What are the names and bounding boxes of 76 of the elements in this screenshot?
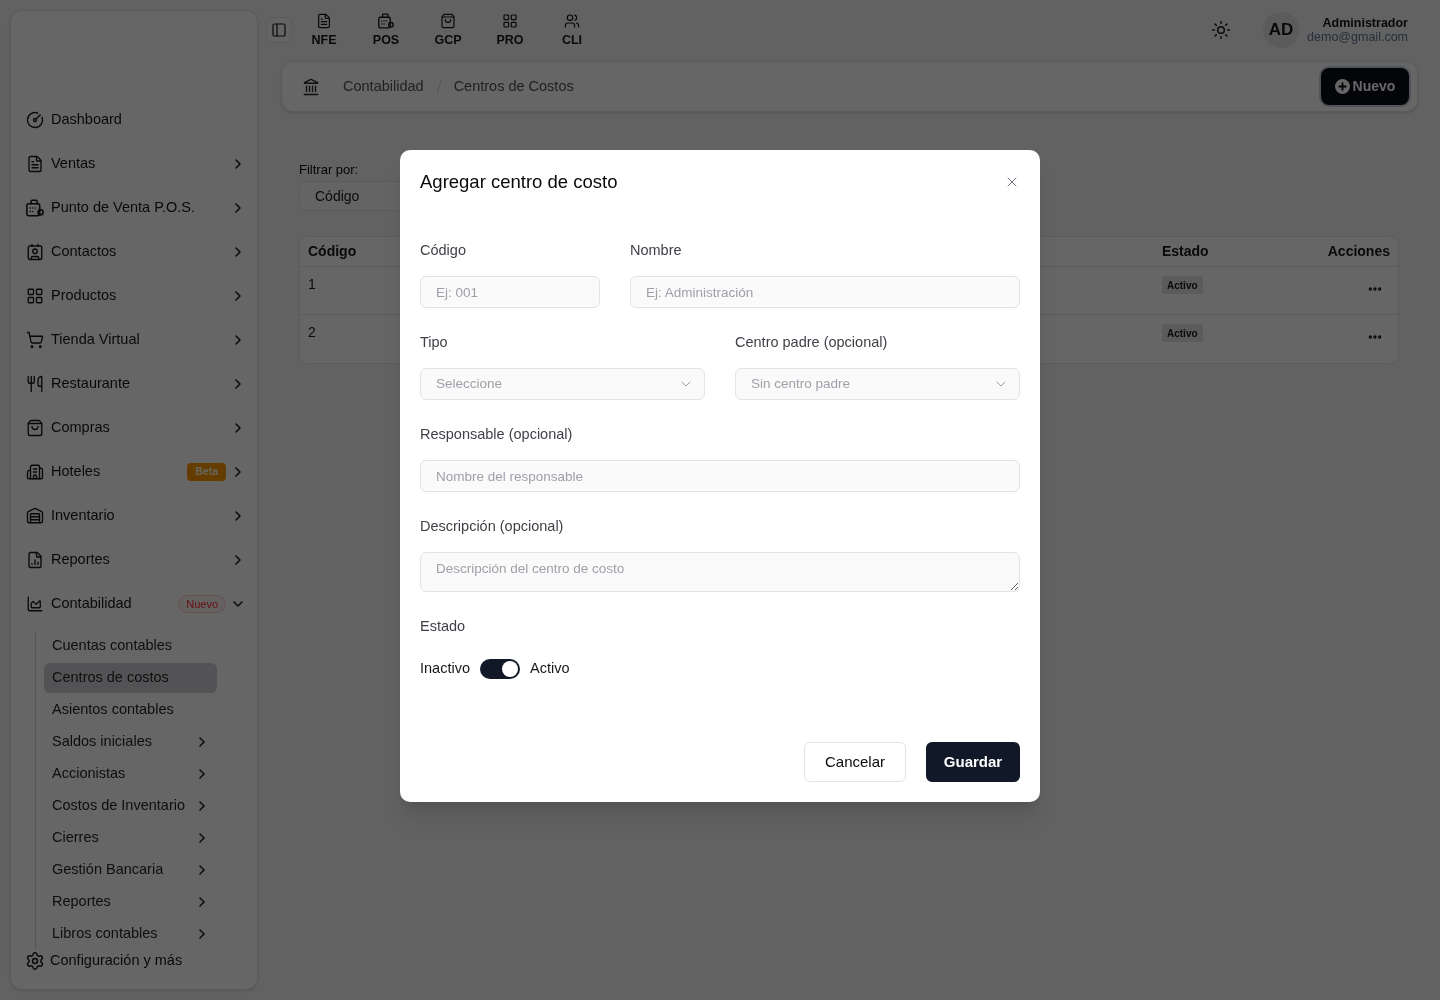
utensils-icon <box>26 375 44 393</box>
sidebar-item[interactable]: Restaurante <box>11 362 257 406</box>
tag-badge: Beta <box>187 463 226 481</box>
sidebar-item[interactable]: Contabilidad Nuevo <box>11 582 257 626</box>
sidebar-item[interactable]: Productos <box>11 274 257 318</box>
quick-link[interactable]: GCP <box>423 12 473 48</box>
plus-circle-icon <box>1334 79 1350 94</box>
field-label: Tipo <box>420 333 448 352</box>
status-badge: Activo <box>1162 276 1203 294</box>
column-header: Código <box>308 242 357 261</box>
sidebar-item[interactable]: Hoteles Beta <box>11 450 257 494</box>
building-icon <box>26 463 44 481</box>
quick-link[interactable]: POS <box>361 12 411 48</box>
field-label: Nombre <box>630 241 682 260</box>
cancel-button[interactable]: Cancelar <box>804 742 906 782</box>
bank-icon <box>302 77 320 96</box>
filter-label: Filtrar por: <box>299 162 359 178</box>
quick-link[interactable]: CLI <box>547 12 597 48</box>
settings-link[interactable]: Configuración y más <box>11 949 183 973</box>
chart-file-icon <box>26 551 44 569</box>
switch-label: Activo <box>530 659 570 679</box>
field-label: Descripción (opcional) <box>420 517 564 536</box>
gauge-icon <box>26 111 44 129</box>
table-cell-text: 1 <box>308 275 316 294</box>
quick-link[interactable]: NFE <box>299 12 349 48</box>
breadcrumb-link[interactable]: Contabilidad <box>343 75 424 98</box>
document-icon <box>316 12 332 29</box>
grid-icon <box>502 12 518 29</box>
sidebar-toggle-button[interactable] <box>266 17 292 43</box>
warehouse-icon <box>26 507 44 525</box>
area-chart-icon <box>26 595 44 613</box>
column-header: Acciones <box>1327 242 1390 261</box>
sidebar-item[interactable]: Ventas <box>11 142 257 186</box>
bag-icon <box>26 419 44 437</box>
tag-badge: Nuevo <box>178 595 226 613</box>
breadcrumb-link[interactable]: Centros de Costos <box>453 75 574 98</box>
user-email: demo@gmail.com <box>1307 30 1408 44</box>
settings-icon <box>25 951 45 971</box>
textarea-field[interactable]: Descripción del centro de costo <box>420 552 1020 592</box>
quick-link[interactable]: PRO <box>485 12 535 48</box>
sidebar-item[interactable]: Compras <box>11 406 257 450</box>
cash-register-icon <box>378 12 394 29</box>
field-label: Código <box>420 241 466 260</box>
new-button[interactable]: Nuevo <box>1321 68 1409 105</box>
table-cell-text: 2 <box>308 323 316 342</box>
sidebar-item[interactable]: Tienda Virtual <box>11 318 257 362</box>
column-header: Estado <box>1162 242 1209 261</box>
bag-icon <box>440 12 456 29</box>
cash-register-icon <box>26 199 44 217</box>
sidebar-subitem[interactable]: Centros de costos <box>44 663 217 693</box>
document-icon <box>26 155 44 173</box>
sidebar-item[interactable]: Reportes <box>11 538 257 582</box>
panel-left-icon <box>271 22 287 38</box>
grid-icon <box>26 287 44 305</box>
field-label: Centro padre (opcional) <box>735 333 888 352</box>
users-icon <box>564 12 580 29</box>
field-label: Estado <box>420 617 466 636</box>
sidebar-item[interactable]: Inventario <box>11 494 257 538</box>
save-button[interactable]: Guardar <box>926 742 1020 782</box>
select-field[interactable]: Seleccione <box>420 368 705 400</box>
status-switch[interactable] <box>480 659 520 679</box>
contact-card-icon <box>26 243 44 261</box>
text-input[interactable]: Ej: Administración <box>630 276 1020 308</box>
sidebar-item[interactable]: Contactos <box>11 230 257 274</box>
select-field[interactable]: Sin centro padre <box>735 368 1020 400</box>
field-label: Responsable (opcional) <box>420 425 573 444</box>
text-input[interactable]: Nombre del responsable <box>420 460 1020 492</box>
sidebar-item[interactable]: Dashboard <box>11 98 257 142</box>
status-badge: Activo <box>1162 324 1203 342</box>
switch-label: Inactivo <box>420 659 470 679</box>
cart-icon <box>26 331 44 349</box>
sun-icon[interactable] <box>1211 20 1232 40</box>
sidebar-item[interactable]: Punto de Venta P.O.S. <box>11 186 257 230</box>
user-name: Administrador <box>1322 16 1408 30</box>
user-avatar[interactable]: AD <box>1263 12 1300 48</box>
text-input[interactable]: Ej: 001 <box>420 276 600 308</box>
